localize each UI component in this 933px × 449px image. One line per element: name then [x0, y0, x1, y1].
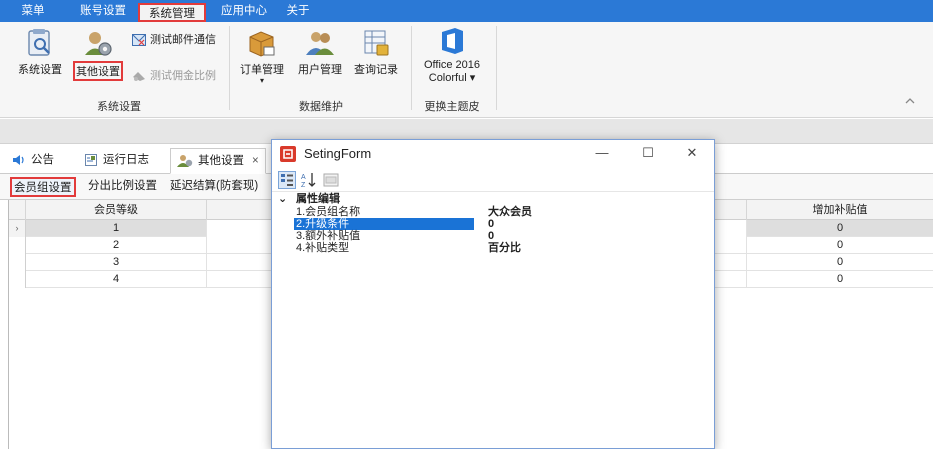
close-icon[interactable]: ×	[252, 155, 259, 167]
cell-level[interactable]: 2	[26, 237, 207, 254]
cell-level[interactable]: 4	[26, 271, 207, 288]
row-header	[9, 254, 26, 271]
commission-test-label: 测试佣金比例	[150, 70, 216, 82]
log-icon	[85, 153, 97, 166]
query-records-button[interactable]: 查询记录	[350, 28, 402, 77]
property-name: 3.额外补贴值	[296, 230, 361, 242]
property-grid-toolbar: A Z	[272, 168, 714, 192]
property-grid: ⌄ 属性编辑 1.会员组名称 大众会员 2.升级条件 0 3.额外补贴值 0 4…	[272, 192, 714, 448]
system-settings-button[interactable]: 系统设置	[14, 28, 66, 77]
tab-other-settings[interactable]: 其他设置 ×	[170, 148, 266, 174]
sort-alphabetical-icon[interactable]: A Z	[300, 171, 318, 189]
email-test-label: 测试邮件通信	[150, 34, 216, 46]
theme-button[interactable]: Office 2016 Colorful ▾	[418, 26, 486, 84]
column-header-bonus[interactable]: 增加补贴值	[747, 200, 933, 220]
app-logo-icon	[280, 146, 296, 162]
group-label-data-maintenance: 数据维护	[299, 101, 343, 113]
tab-run-log[interactable]: 运行日志	[84, 148, 149, 174]
other-settings-label: 其他设置	[73, 61, 123, 81]
commission-test-button[interactable]: 测试佣金比例	[132, 68, 216, 84]
menu-item-menu[interactable]: 菜单	[12, 0, 54, 22]
user-management-icon	[306, 32, 334, 55]
tab-other-settings-label: 其他设置	[198, 155, 244, 167]
property-row[interactable]: 2.升级条件 0	[272, 218, 714, 230]
cell-bonus[interactable]: 0	[747, 237, 933, 254]
property-row[interactable]: 1.会员组名称 大众会员	[272, 206, 714, 218]
property-name: 1.会员组名称	[296, 206, 361, 218]
row-header-corner	[9, 200, 26, 220]
property-row[interactable]: 3.额外补贴值 0	[272, 230, 714, 242]
email-test-button[interactable]: 测试邮件通信	[132, 32, 216, 48]
chevron-down-icon[interactable]: ⌄	[278, 192, 287, 206]
tab-split-ratio-settings[interactable]: 分出比例设置	[86, 177, 159, 197]
group-label-theme: 更换主题皮	[424, 101, 480, 113]
menu-item-system-management[interactable]: 系统管理	[138, 3, 206, 22]
tab-announcement[interactable]: 公告	[12, 148, 54, 174]
tab-run-log-label: 运行日志	[103, 154, 149, 166]
cell-level[interactable]: 1	[26, 220, 207, 237]
property-value[interactable]: 大众会员	[488, 206, 532, 218]
speaker-icon	[13, 154, 24, 165]
user-management-button[interactable]: 用户管理	[294, 28, 346, 77]
ribbon: 系统设置 其他设置 测试邮件通信 测试佣金比例 系统设置 订单管理 ▾ 用户管理…	[0, 22, 933, 118]
tab-announcement-label: 公告	[31, 154, 54, 166]
row-header	[9, 271, 26, 288]
system-settings-label: 系统设置	[18, 64, 62, 76]
cell-bonus[interactable]: 0	[747, 271, 933, 288]
order-management-button[interactable]: 订单管理 ▾	[236, 28, 288, 85]
property-category[interactable]: ⌄ 属性编辑	[272, 192, 714, 206]
theme-label-line2: Colorful ▾	[428, 72, 476, 84]
cell-level[interactable]: 3	[26, 254, 207, 271]
menu-bar: 菜单 账号设置 系统管理 应用中心 关于	[0, 0, 933, 22]
menu-item-account-settings[interactable]: 账号设置	[72, 0, 134, 22]
column-header-member-level[interactable]: 会员等级	[26, 200, 207, 220]
maximize-button[interactable]: ☐	[626, 140, 670, 168]
group-separator	[496, 26, 497, 110]
theme-label-line1: Office 2016	[423, 59, 481, 71]
other-settings-button[interactable]: 其他设置	[73, 28, 123, 81]
menu-item-app-center[interactable]: 应用中心	[214, 0, 274, 22]
cell-bonus[interactable]: 0	[747, 254, 933, 271]
categorized-view-icon[interactable]	[278, 171, 296, 189]
property-row[interactable]: 4.补贴类型 百分比	[272, 242, 714, 254]
close-button[interactable]: ✕	[670, 140, 714, 168]
menu-item-about[interactable]: 关于	[282, 0, 314, 22]
other-settings-icon	[177, 154, 193, 167]
query-records-icon	[364, 30, 389, 56]
property-name: 2.升级条件	[294, 218, 474, 230]
row-indicator-icon: ›	[9, 220, 26, 237]
minimize-button[interactable]: —	[580, 140, 624, 168]
query-records-label: 查询记录	[354, 64, 398, 76]
property-value[interactable]: 0	[488, 230, 494, 242]
row-header	[9, 237, 26, 254]
setting-form-dialog: SetingForm — ☐ ✕ A Z ⌄ 属性编辑 1.会员组名称 大众会员…	[271, 139, 715, 449]
order-management-label: 订单管理	[240, 64, 284, 76]
property-value[interactable]: 0	[488, 218, 494, 230]
app-window: 菜单 账号设置 系统管理 应用中心 关于 系统设置 其他设置 测试邮件通信 测试…	[0, 0, 933, 449]
svg-text:Z: Z	[301, 182, 306, 189]
office-theme-icon	[442, 28, 463, 54]
system-settings-icon	[28, 29, 50, 56]
group-label-system-settings: 系统设置	[97, 101, 141, 113]
property-pages-icon[interactable]	[322, 171, 340, 189]
order-management-icon	[249, 31, 275, 57]
property-name: 4.补贴类型	[296, 242, 350, 254]
other-settings-icon	[85, 32, 112, 56]
email-test-icon	[132, 34, 146, 47]
tab-delayed-settlement[interactable]: 延迟结算(防套现)	[168, 177, 260, 197]
cell-bonus[interactable]: 0	[747, 220, 933, 237]
group-separator	[229, 26, 230, 110]
tab-member-group-settings[interactable]: 会员组设置	[10, 177, 76, 197]
property-value[interactable]: 百分比	[488, 242, 521, 254]
dialog-title-bar[interactable]: SetingForm — ☐ ✕	[272, 140, 714, 168]
user-management-label: 用户管理	[298, 64, 342, 76]
svg-text:A: A	[301, 174, 306, 181]
dialog-title: SetingForm	[304, 146, 372, 161]
order-management-dropdown-icon: ▾	[259, 76, 264, 85]
property-category-label: 属性编辑	[296, 193, 340, 205]
commission-test-icon	[133, 72, 145, 82]
chevron-up-icon[interactable]	[905, 96, 915, 108]
